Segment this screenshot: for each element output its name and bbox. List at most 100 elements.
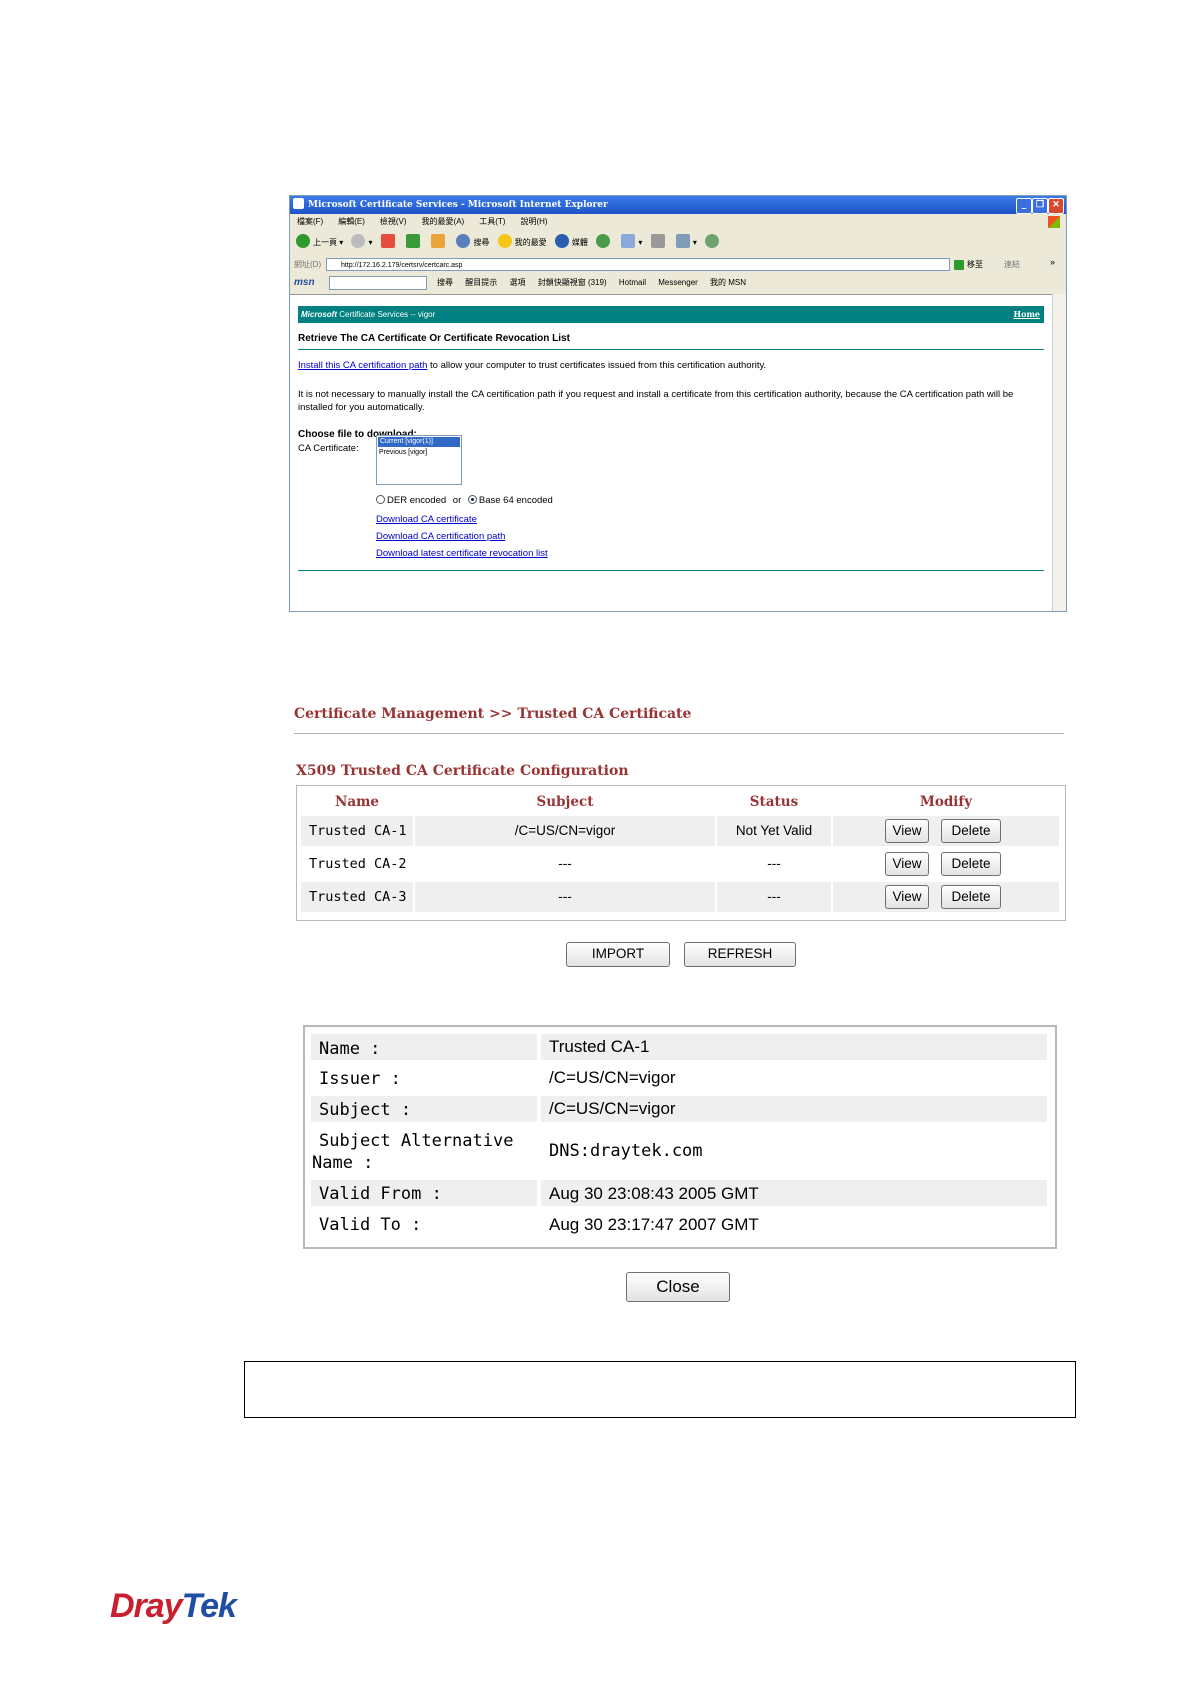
install-ca-path-link[interactable]: Install this CA certification path (298, 360, 427, 371)
ie-scrollbar[interactable] (1052, 294, 1066, 611)
search-button[interactable]: 搜尋 (456, 230, 489, 256)
print-button[interactable] (650, 230, 668, 256)
menu-file[interactable]: 檔案(F) (297, 217, 323, 226)
base64-label: Base 64 encoded (478, 495, 553, 506)
ca-certificate-list[interactable]: Current [vigor(1)] Previous [vigor] (376, 435, 462, 485)
row-subject: /C=US/CN=vigor (415, 816, 715, 846)
msn-messenger-button[interactable]: Messenger (658, 278, 698, 287)
star-icon (497, 234, 512, 248)
stop-button[interactable] (380, 230, 398, 256)
breadcrumb-divider (294, 733, 1064, 734)
minimize-icon[interactable]: _ (1016, 198, 1032, 214)
delete-button[interactable]: Delete (941, 885, 1001, 909)
detail-label: Subject : (311, 1096, 537, 1122)
my-msn-button[interactable]: 我的 MSN (710, 278, 746, 287)
cs-banner: Microsoft Certificate Services -- vigor … (298, 306, 1044, 323)
close-button[interactable]: Close (626, 1272, 730, 1302)
edit-button[interactable]: ▾ (675, 230, 697, 256)
der-label: DER encoded (387, 495, 447, 506)
download-ca-path-link[interactable]: Download CA certification path (376, 531, 505, 542)
cs-home-link[interactable]: Home (1014, 306, 1040, 323)
detail-label: Name : (311, 1034, 537, 1060)
history-button[interactable] (596, 230, 613, 256)
der-radio[interactable] (376, 495, 385, 504)
or-label: or (452, 495, 462, 506)
detail-row: Valid From : Aug 30 23:08:43 2005 GMT (311, 1180, 1047, 1206)
row-name: Trusted CA-2 (309, 856, 407, 872)
view-button[interactable]: View (885, 885, 929, 909)
cs-brand: Microsoft (301, 310, 337, 319)
cs-bottom-divider (298, 570, 1044, 571)
ie-window-screenshot: Microsoft Certificate Services - Microso… (289, 195, 1067, 612)
install-text: to allow your computer to trust certific… (427, 360, 767, 371)
chevron-right-icon[interactable]: » (1050, 253, 1055, 271)
windows-logo-icon (1048, 216, 1060, 228)
cs-divider (298, 349, 1044, 350)
menu-help[interactable]: 說明(H) (520, 217, 547, 226)
msn-popup-blocker[interactable]: 封鎖快顯視窗 (319) (538, 278, 607, 287)
download-crl-link[interactable]: Download latest certificate revocation l… (376, 548, 548, 559)
view-button[interactable]: View (885, 852, 929, 876)
messenger-button[interactable] (705, 230, 722, 256)
menu-favorites[interactable]: 我的最愛(A) (422, 217, 465, 226)
menu-tools[interactable]: 工具(T) (479, 217, 505, 226)
menu-edit[interactable]: 編輯(E) (338, 217, 365, 226)
back-button[interactable]: 上一頁 ▾ (296, 230, 343, 256)
ie-title-bar: Microsoft Certificate Services - Microso… (290, 196, 1066, 214)
trusted-ca-table: Name Subject Status Modify Trusted CA-1 … (296, 785, 1066, 921)
edit-icon (675, 234, 690, 248)
row-status: --- (767, 856, 781, 871)
table-row: Trusted CA-2 --- --- View Delete (301, 849, 1059, 879)
favorites-label: 我的最愛 (514, 238, 547, 247)
delete-button[interactable]: Delete (941, 819, 1001, 843)
msn-logo-icon: msn (294, 277, 315, 288)
msn-highlight-button[interactable]: 醒目提示 (465, 278, 497, 287)
cs-banner-title: Certificate Services -- vigor (339, 310, 436, 319)
menu-view[interactable]: 檢視(V) (380, 217, 407, 226)
logo-dray: Dray (110, 1587, 183, 1625)
ca-option-current[interactable]: Current [vigor(1)] (378, 437, 460, 447)
back-label: 上一頁 (313, 238, 337, 247)
mail-button[interactable]: ▾ (621, 230, 642, 256)
forward-button[interactable]: ▾ (351, 230, 373, 256)
download-ca-cert-link[interactable]: Download CA certificate (376, 514, 477, 525)
msn-search-input[interactable] (328, 275, 427, 290)
msn-hotmail-button[interactable]: Hotmail (619, 278, 646, 287)
links-label[interactable]: 連結 (1004, 256, 1020, 274)
delete-button[interactable]: Delete (941, 852, 1001, 876)
refresh-button[interactable]: REFRESH (684, 942, 796, 967)
detail-value: Aug 30 23:08:43 2005 GMT (541, 1180, 1047, 1206)
close-icon[interactable]: ✕ (1048, 198, 1064, 214)
address-bar: 網址(D) http://172.16.2.179/certsrv/certca… (290, 256, 1066, 274)
msn-search-button[interactable]: 搜尋 (437, 278, 453, 287)
table-row: Trusted CA-1 /C=US/CN=vigor Not Yet Vali… (301, 816, 1059, 846)
detail-value: Aug 30 23:17:47 2007 GMT (549, 1215, 759, 1234)
messenger-icon (705, 234, 720, 248)
go-arrow-icon (954, 260, 964, 270)
media-button[interactable]: 媒體 (554, 230, 588, 256)
home-button[interactable] (431, 230, 448, 256)
encoding-options: DER encoded or Base 64 encoded (376, 495, 553, 506)
msn-options-button[interactable]: 選項 (510, 278, 526, 287)
base64-radio[interactable] (467, 495, 477, 504)
go-button[interactable]: 移至 (954, 256, 983, 274)
row-status: --- (717, 882, 831, 912)
detail-row: Subject : /C=US/CN=vigor (311, 1096, 1047, 1122)
row-subject: --- (415, 882, 715, 912)
detail-value: /C=US/CN=vigor (541, 1096, 1047, 1122)
media-icon (554, 234, 569, 248)
view-button[interactable]: View (885, 819, 929, 843)
detail-value: Trusted CA-1 (541, 1034, 1047, 1060)
maximize-icon[interactable]: ❐ (1032, 198, 1048, 214)
import-button[interactable]: IMPORT (566, 942, 670, 967)
favorites-button[interactable]: 我的最愛 (497, 230, 547, 256)
refresh-button[interactable] (405, 230, 423, 256)
ca-option-previous[interactable]: Previous [vigor] (377, 448, 461, 458)
detail-label: Valid From : (311, 1180, 537, 1206)
address-input[interactable]: http://172.16.2.179/certsrv/certcarc.asp (326, 258, 950, 271)
header-modify: Modify (919, 794, 973, 810)
header-status: Status (749, 794, 799, 810)
ie-page-content: Microsoft Certificate Services -- vigor … (290, 294, 1052, 611)
ie-window-icon (293, 198, 304, 209)
logo-tek: Tek (181, 1587, 237, 1625)
